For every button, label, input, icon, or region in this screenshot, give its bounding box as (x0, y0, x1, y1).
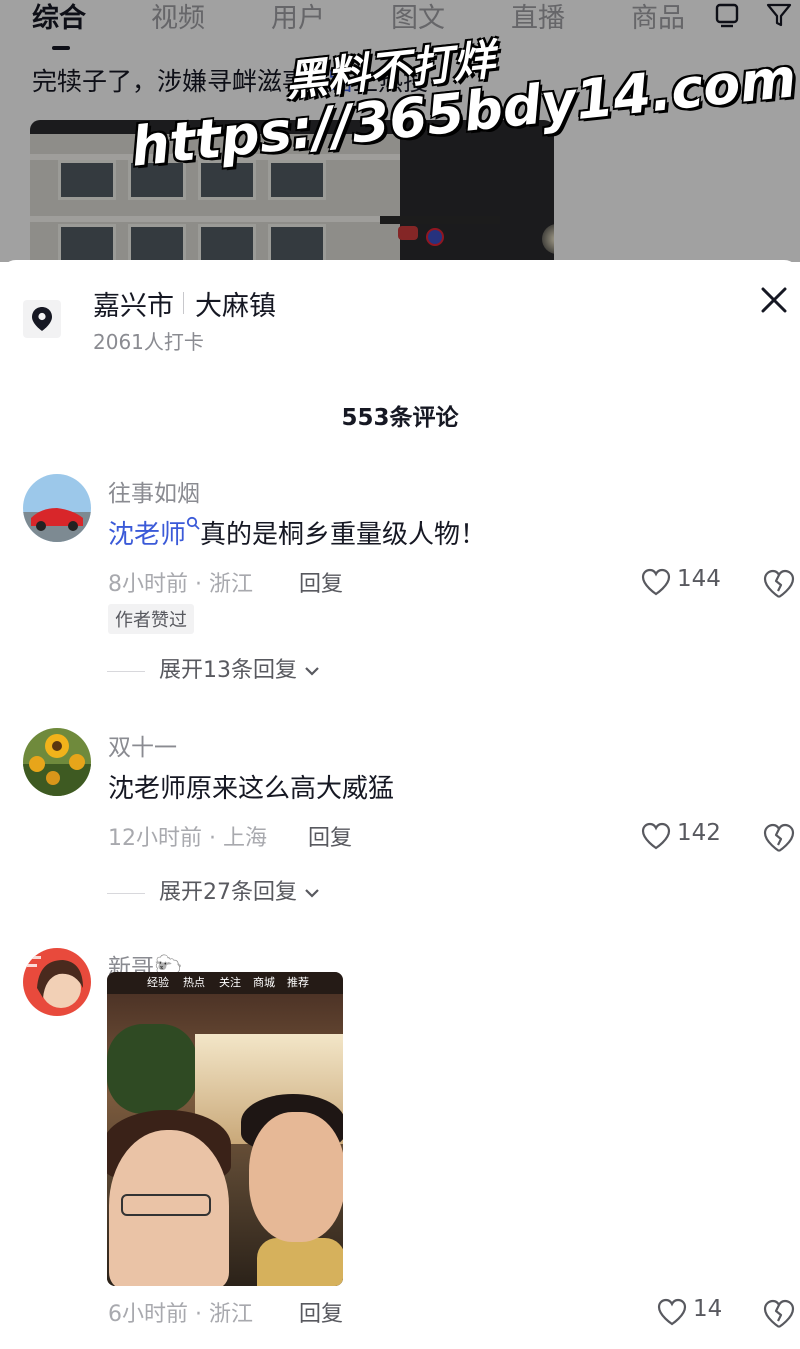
reply-button[interactable]: 回复 (299, 1296, 343, 1328)
broken-heart-icon[interactable] (763, 822, 795, 854)
like-button[interactable]: 144 (641, 566, 731, 598)
author-liked-badge: 作者赞过 (108, 604, 194, 634)
avatar[interactable] (23, 474, 91, 542)
location-pin-icon[interactable] (23, 300, 61, 338)
video-tab-label: 推荐 (287, 976, 309, 989)
heart-icon (641, 822, 671, 850)
like-count: 14 (693, 1296, 723, 1322)
comment-username[interactable]: 双十一 (108, 728, 177, 762)
video-tab-label: 关注 (219, 976, 241, 989)
expand-replies-button[interactable]: 展开13条回复 (107, 652, 320, 684)
expand-replies-label: 展开27条回复 (159, 880, 297, 905)
video-scene-image (107, 994, 343, 1286)
location-city[interactable]: 嘉兴市 (93, 284, 174, 323)
chevron-down-icon (305, 889, 319, 898)
comment-text: 沈老师原来这么高大威猛 (108, 774, 395, 804)
avatar[interactable] (23, 728, 91, 796)
like-count: 144 (677, 566, 721, 592)
comment-meta: 8小时前 · 浙江 (108, 572, 253, 597)
close-icon[interactable] (756, 282, 792, 318)
location-divider (183, 292, 184, 314)
mention-link[interactable]: 沈老师 (108, 520, 186, 550)
reply-button[interactable]: 回复 (308, 820, 352, 852)
heart-icon (657, 1298, 687, 1326)
search-icon[interactable] (186, 516, 200, 530)
location-checkins: 2061人打卡 (93, 330, 204, 354)
comment-video-attachment[interactable]: 经验 热点 关注 商城 推荐 (107, 972, 343, 1286)
comment-body: 真的是桐乡重量级人物！ (200, 520, 487, 550)
comment-item: 往事如烟 沈老师 真的是桐乡重量级人物！ 8小时前 · 浙江 回复 144 作者赞… (0, 474, 800, 694)
comment-count: 553条评论 (341, 405, 459, 431)
avatar[interactable] (23, 948, 91, 1016)
broken-heart-icon[interactable] (763, 568, 795, 600)
comment-meta: 12小时前 · 上海 (108, 826, 267, 851)
comment-text: 沈老师 真的是桐乡重量级人物！ (108, 514, 486, 551)
comment-item: 双十一 沈老师原来这么高大威猛 12小时前 · 上海 回复 142 展开27条回… (0, 728, 800, 928)
location-town[interactable]: 大麻镇 (195, 284, 276, 323)
heart-icon (641, 568, 671, 596)
comment-username[interactable]: 往事如烟 (108, 474, 200, 508)
comment-meta: 6小时前 · 浙江 (108, 1302, 253, 1327)
broken-heart-icon[interactable] (763, 1298, 795, 1330)
expand-replies-label: 展开13条回复 (159, 658, 297, 683)
reply-button[interactable]: 回复 (299, 566, 343, 598)
comments-sheet: 嘉兴市 大麻镇 2061人打卡 553条评论 往事如烟 沈老师 真的是桐乡重量级人… (0, 260, 800, 1349)
divider-line (107, 892, 145, 894)
like-button[interactable]: 14 (657, 1296, 747, 1328)
video-tab-label: 经验 (147, 976, 169, 989)
video-tab-label: 热点 (183, 976, 205, 989)
video-tab-label: 商城 (253, 976, 275, 989)
like-button[interactable]: 142 (641, 820, 731, 852)
video-top-nav: 经验 热点 关注 商城 推荐 (107, 972, 343, 994)
like-count: 142 (677, 820, 721, 846)
expand-replies-button[interactable]: 展开27条回复 (107, 874, 320, 906)
chevron-down-icon (305, 667, 319, 676)
comment-item: 新哥🐑 经验 热点 关注 商城 推荐 6小时前 · 浙江 回复 14 (0, 948, 800, 1348)
divider-line (107, 670, 145, 672)
